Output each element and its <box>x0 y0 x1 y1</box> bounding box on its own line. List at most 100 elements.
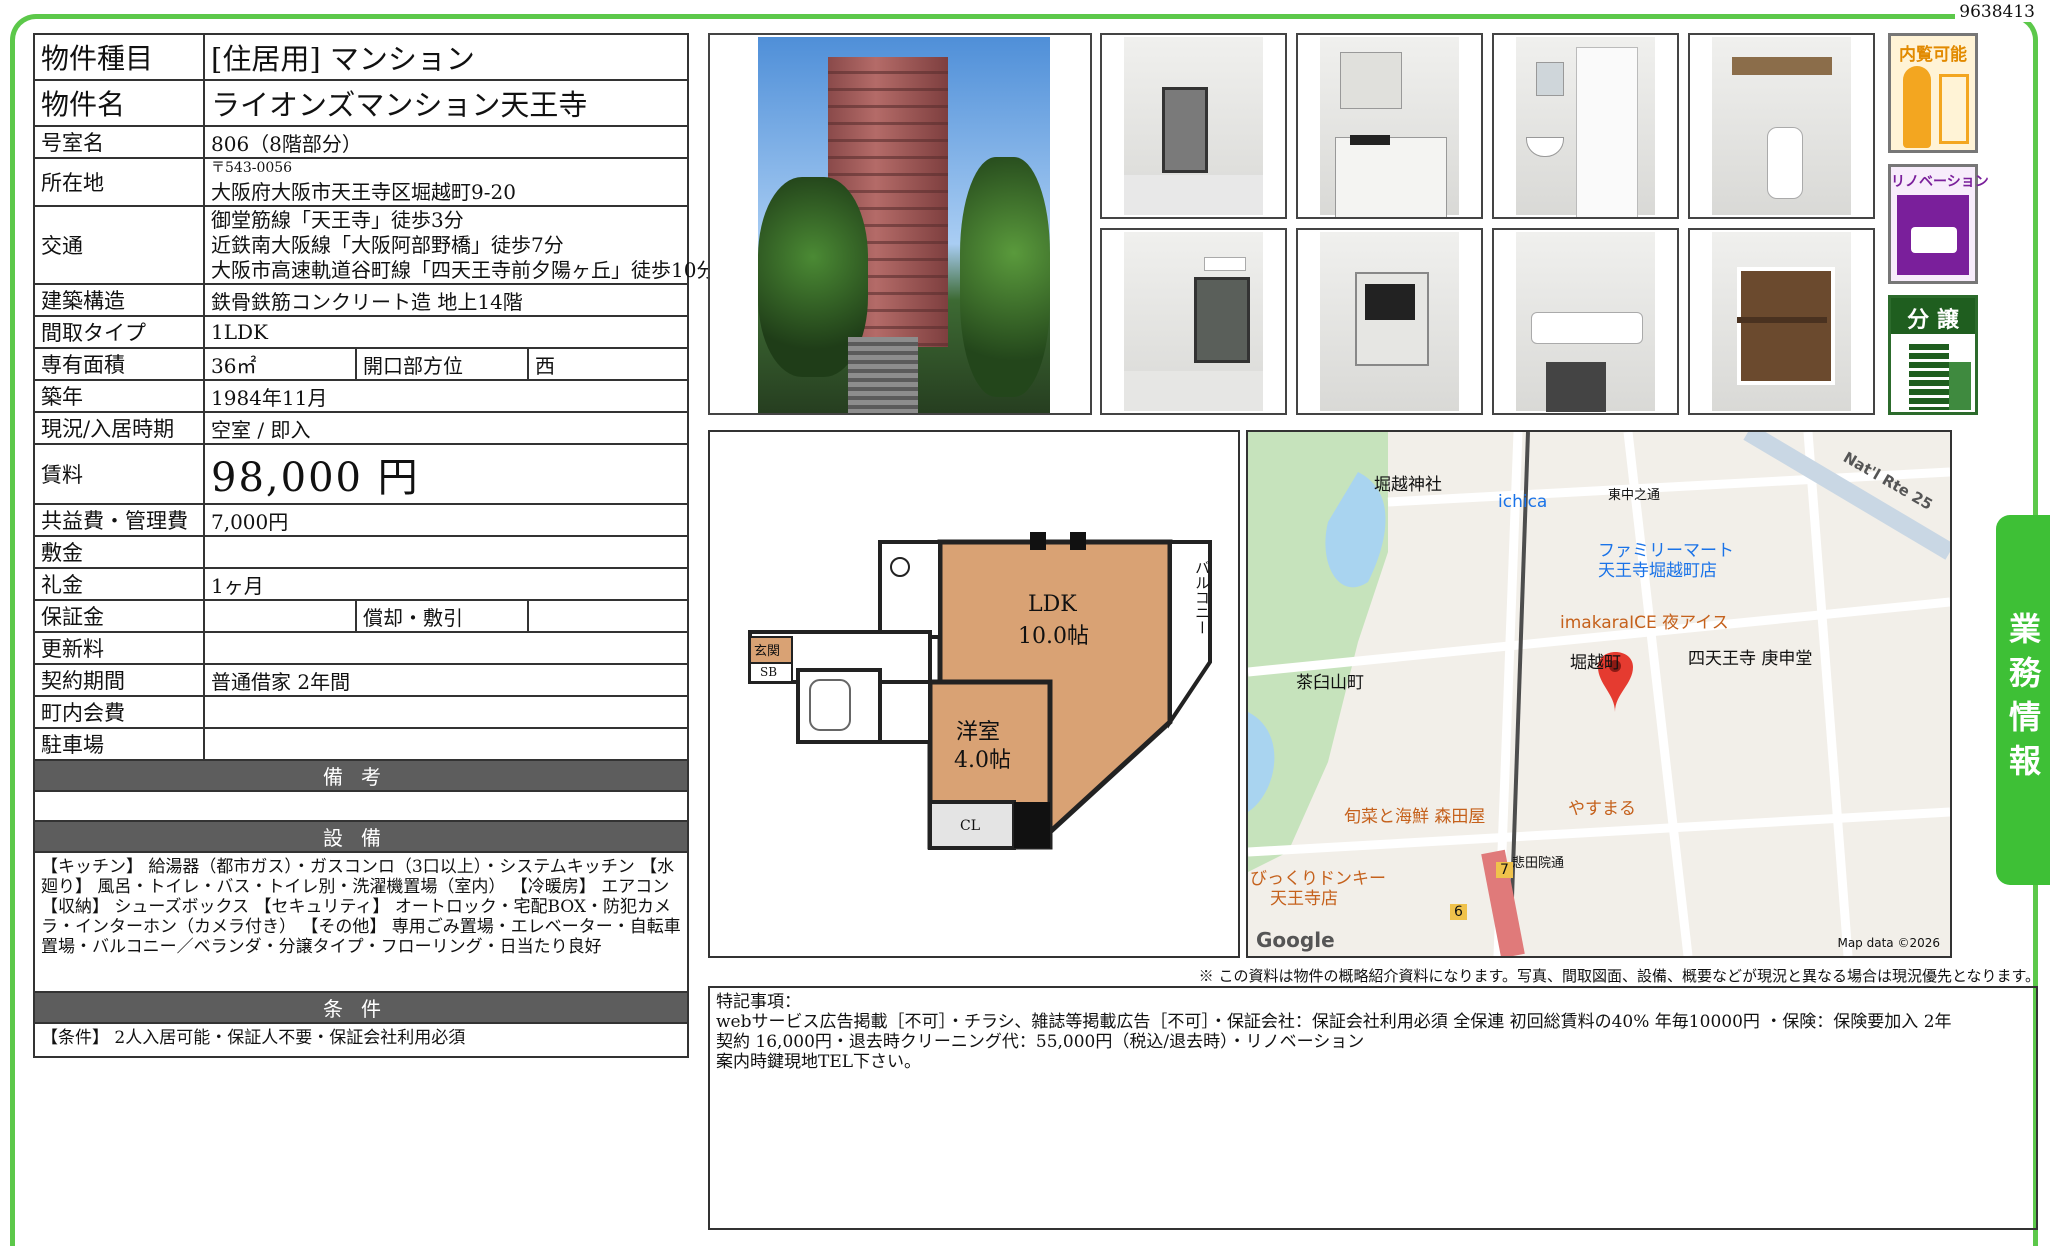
business-info-tab[interactable]: 業務情報 <box>1996 515 2050 885</box>
built-value: 1984年11月 <box>202 379 690 413</box>
renovation-text: リノベーション <box>1891 174 1989 190</box>
floor-plan-drawing <box>748 532 1212 850</box>
map-attribution: Map data ©2026 <box>1837 936 1940 950</box>
guarantee-value <box>203 599 357 633</box>
disclaimer: ※ この資料は物件の概略紹介資料になります。写真、間取図面、設備、概要などが現況… <box>1198 967 2040 985</box>
condo-type-text: 分 譲 <box>1907 308 1959 333</box>
amort-value <box>526 599 690 633</box>
direction-value: 西 <box>526 347 690 381</box>
address-value: 大阪府大阪市天王寺区堀越町9-20 <box>211 179 516 204</box>
renewal-label: 更新料 <box>33 631 205 665</box>
map-label: 天王寺堀越町店 <box>1598 561 1717 581</box>
rent-label: 賃料 <box>33 443 205 505</box>
contract-value: 普通借家 2年間 <box>202 663 690 697</box>
equipment-header: 設備 <box>32 820 690 853</box>
map-label: 茶臼山町 <box>1296 673 1364 693</box>
postal-code: 〒543-0056 <box>211 159 293 176</box>
remarks-body <box>32 790 690 822</box>
parking-label: 駐車場 <box>33 727 205 761</box>
route-badge: 6 <box>1450 904 1467 920</box>
washroom-photo <box>1492 33 1679 219</box>
layout-label: 間取タイプ <box>33 315 205 349</box>
built-label: 築年 <box>33 379 205 413</box>
status-value: 空室 / 即入 <box>202 411 690 445</box>
balcony-label: バルコニー <box>1193 560 1211 635</box>
location-map[interactable]: 堀越神社 ichica 東中之通 ファミリーマート 天王寺堀越町店 imakar… <box>1246 430 1952 958</box>
google-logo: Google <box>1256 928 1335 952</box>
address-label: 所在地 <box>33 157 205 207</box>
notes-title: 特記事項： <box>716 992 801 1012</box>
renovation-badge: リノベーション <box>1888 164 1989 284</box>
room-photo <box>1100 228 1287 415</box>
key-money-value: 1ヶ月 <box>202 567 690 601</box>
document-id: 9638413 <box>1955 2 2039 22</box>
viewing-available-badge: 内覧可能 <box>1888 33 1978 153</box>
map-label: 堀越神社 <box>1374 475 1442 495</box>
person-icon <box>1903 66 1931 148</box>
amort-label: 償却・敷引 <box>355 599 529 633</box>
type-value: [住居用] マンション <box>202 33 690 81</box>
notes-line: webサービス広告掲載［不可］・チラシ、雑誌等掲載広告［不可］・保証会社：保証会… <box>716 1012 1952 1032</box>
name-label: 物件名 <box>33 79 205 127</box>
property-spec-table: 物件種目 [住居用] マンション 物件名 ライオンズマンション天王寺 号室名 8… <box>32 33 717 1058</box>
kitchen-photo <box>1296 33 1483 219</box>
special-notes: 特記事項： webサービス広告掲載［不可］・チラシ、雑誌等掲載広告［不可］・保証… <box>708 986 2038 1230</box>
equipment-body: 【キッチン】 給湯器（都市ガス）・ガスコンロ（3口以上）・システムキッチン 【水… <box>32 851 690 993</box>
toilet-photo <box>1688 33 1875 219</box>
key-money-label: 礼金 <box>33 567 205 601</box>
access-line: 近鉄南大阪線「大阪阿部野橋」徒歩7分 <box>211 232 564 257</box>
remarks-header: 備考 <box>32 759 690 792</box>
floor-plan: LDK 10.0帖 洋室 4.0帖 玄関 SB CL バルコニー <box>708 430 1240 958</box>
fee-label: 共益費・管理費 <box>33 503 205 537</box>
conditions-header: 条件 <box>32 991 690 1024</box>
map-label: 四天王寺 庚申堂 <box>1688 649 1813 669</box>
name-value: ライオンズマンション天王寺 <box>202 79 690 127</box>
route-badge: 7 <box>1496 862 1513 878</box>
renewal-value <box>202 631 690 665</box>
ldk-name: LDK <box>1028 592 1077 617</box>
fee-value: 7,000円 <box>202 503 690 537</box>
western-room-size: 4.0帖 <box>954 748 1011 773</box>
parking-value <box>202 727 690 761</box>
map-label: 悲田院通 <box>1512 856 1565 871</box>
deposit-label: 敷金 <box>33 535 205 569</box>
type-label: 物件種目 <box>33 33 205 81</box>
interior-photo-ldk <box>1100 33 1287 219</box>
room-value: 806（8階部分） <box>202 125 690 159</box>
map-label: ichica <box>1498 492 1548 512</box>
map-label: 天王寺店 <box>1270 889 1338 909</box>
conditions-body: 【条件】 2人入居可能・保証人不要・保証会社利用必須 <box>32 1022 690 1058</box>
condo-type-badge: 分 譲 <box>1888 295 1978 415</box>
sofa-icon <box>1911 227 1957 253</box>
structure-label: 建築構造 <box>33 283 205 317</box>
rent-value: 98,000 円 <box>202 443 690 505</box>
room-label: 号室名 <box>33 125 205 159</box>
area-value: 36㎡ <box>203 347 357 381</box>
access-line: 御堂筋線「天王寺」徒歩3分 <box>211 207 464 232</box>
map-label: やすまる <box>1568 799 1636 819</box>
building-exterior-photo <box>708 33 1092 415</box>
contract-label: 契約期間 <box>33 663 205 697</box>
air-conditioner-photo <box>1492 228 1679 415</box>
area-label: 専有面積 <box>33 347 205 381</box>
closet-photo <box>1688 228 1875 415</box>
access-label: 交通 <box>33 205 205 285</box>
ldk-size: 10.0帖 <box>1018 624 1089 649</box>
deposit-value <box>202 535 690 569</box>
community-label: 町内会費 <box>33 695 205 729</box>
notes-line: 契約 16,000円・退去時クリーニング代：55,000円（税込/退去時）・リノ… <box>716 1032 1365 1052</box>
direction-label: 開口部方位 <box>355 347 529 381</box>
intercom-photo <box>1296 228 1483 415</box>
notes-line: 案内時鍵現地TEL下さい。 <box>716 1052 922 1072</box>
closet-label: CL <box>960 818 981 834</box>
access-line: 大阪市高速軌道谷町線「四天王寺前夕陽ヶ丘」徒歩10分 <box>211 257 717 282</box>
sb-label: SB <box>760 665 778 679</box>
viewing-available-text: 内覧可能 <box>1899 45 1967 65</box>
map-label: 東中之通 <box>1608 488 1661 503</box>
entrance-label: 玄関 <box>754 644 781 659</box>
map-label: imakaraICE 夜アイス <box>1560 613 1729 633</box>
guarantee-label: 保証金 <box>33 599 205 633</box>
map-label: 堀越町 <box>1570 653 1621 673</box>
community-value <box>202 695 690 729</box>
status-label: 現況/入居時期 <box>33 411 205 445</box>
